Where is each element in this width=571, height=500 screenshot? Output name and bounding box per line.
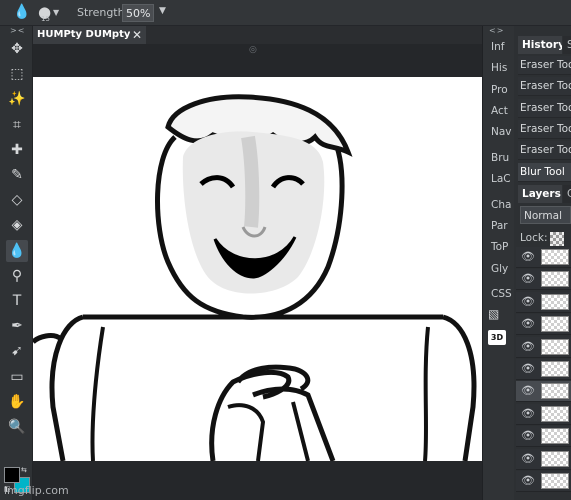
brush-size-value: 15	[41, 15, 50, 23]
shape-tool-icon[interactable]: ▭	[6, 366, 28, 388]
document-tab-bar: HUMPty DUMpty ✕	[33, 26, 482, 44]
panel-button-top[interactable]: ToP	[486, 238, 514, 256]
history-item[interactable]: Eraser Tool	[518, 141, 571, 161]
layer-row[interactable]: 👁	[516, 426, 571, 448]
layer-thumbnail	[541, 293, 569, 310]
eye-icon[interactable]: 👁	[521, 385, 535, 397]
marquee-tool-icon[interactable]: ⬚	[6, 63, 28, 85]
healing-tool-icon[interactable]: ✚	[6, 139, 28, 161]
target-icon: ◎	[249, 45, 257, 55]
layer-thumbnail	[541, 271, 569, 288]
layer-thumbnail	[541, 338, 569, 355]
tab-channels[interactable]: C	[563, 185, 571, 203]
history-item[interactable]: Eraser Tool	[518, 56, 571, 75]
blend-mode-select[interactable]: Normal	[520, 206, 571, 224]
layer-row[interactable]: 👁	[516, 471, 571, 492]
layer-thumbnail	[541, 249, 569, 265]
layer-row[interactable]: 👁	[516, 247, 571, 268]
layer-thumbnail	[541, 316, 569, 333]
panel-button-inf[interactable]: Inf	[486, 38, 514, 56]
swap-colors-icon[interactable]: ⇆	[21, 466, 27, 474]
panel-button-cha[interactable]: Cha	[486, 196, 514, 214]
history-item[interactable]: Blur Tool	[518, 162, 571, 182]
droplet-icon[interactable]: 💧	[13, 4, 30, 20]
foreground-color-swatch[interactable]	[4, 467, 20, 483]
3d-button[interactable]: 3D	[488, 330, 506, 345]
chevron-down-icon[interactable]: ▼	[159, 6, 166, 16]
panel-shortcuts: <> Inf His Pro Act Nav Bru LaC Cha Par ToP Gly CSS …	[482, 26, 514, 500]
layer-thumbnail	[541, 405, 569, 422]
tab-swatches[interactable]: S	[563, 36, 571, 54]
brush-tool-icon[interactable]: ✎	[6, 164, 28, 186]
dodge-tool-icon[interactable]: ⚲	[6, 265, 28, 287]
tab-layers[interactable]: Layers	[518, 185, 562, 203]
artwork	[33, 94, 477, 461]
layer-thumbnail	[541, 361, 569, 377]
eye-icon[interactable]: 👁	[521, 452, 535, 465]
layer-thumbnail	[541, 383, 569, 400]
eye-icon[interactable]: 👁	[521, 251, 535, 263]
lock-transparency-icon[interactable]	[550, 232, 564, 246]
right-panels: History S Eraser ToolEraser ToolEraser T…	[514, 26, 571, 500]
panel-button-par[interactable]: Par	[486, 217, 514, 235]
layer-row[interactable]: 👁	[516, 448, 571, 470]
hand-tool-icon[interactable]: ✋	[6, 391, 28, 413]
eraser-tool-icon[interactable]: ◇	[6, 189, 28, 211]
eye-icon[interactable]: 👁	[521, 273, 535, 285]
panel-button-pro[interactable]: Pro	[486, 81, 514, 99]
panel-button-his[interactable]: His	[486, 59, 514, 77]
options-bar: 💧 ● 15 ▼ Strength: 50% ▼	[0, 0, 571, 26]
layer-row[interactable]: 👁	[516, 336, 571, 358]
eye-icon[interactable]: 👁	[521, 407, 535, 420]
move-tool-icon[interactable]: ✥	[6, 38, 28, 60]
collapse-panels-icon[interactable]: <>	[489, 26, 504, 35]
image-icon[interactable]: ▧	[488, 307, 504, 321]
layer-thumbnail	[541, 428, 569, 445]
strength-label: Strength:	[77, 6, 129, 19]
panel-button-lac[interactable]: LaC	[486, 170, 514, 188]
text-tool-icon[interactable]: T	[6, 290, 28, 312]
layer-row[interactable]: 👁	[516, 381, 571, 403]
paint-bucket-tool-icon[interactable]: ◈	[6, 214, 28, 236]
lock-label: Lock:	[520, 232, 548, 244]
layer-thumbnail	[541, 450, 569, 467]
canvas-viewport[interactable]: ◎	[33, 44, 482, 500]
canvas[interactable]	[33, 77, 482, 461]
direct-select-tool-icon[interactable]: ➹	[6, 340, 28, 362]
eye-icon[interactable]: 👁	[521, 430, 535, 442]
panel-button-css[interactable]: CSS	[486, 285, 514, 303]
panel-button-act[interactable]: Act	[486, 102, 514, 120]
tool-bar: >< ✥ ⬚ ✨ ⌗ ✚ ✎ ◇ ◈ 💧 ⚲ T ✒ ➹ ▭ ✋ 🔍 ⇆ ◧	[0, 26, 33, 500]
layer-thumbnail	[541, 473, 569, 489]
zoom-tool-icon[interactable]: 🔍	[6, 416, 28, 438]
eye-icon[interactable]: 👁	[521, 318, 535, 330]
panel-button-gly[interactable]: Gly	[486, 260, 514, 278]
history-item[interactable]: Eraser Tool	[518, 119, 571, 139]
layer-row[interactable]: 👁	[516, 291, 571, 313]
eye-icon[interactable]: 👁	[521, 295, 535, 308]
layer-row[interactable]: 👁	[516, 403, 571, 425]
eye-icon[interactable]: 👁	[521, 363, 535, 375]
pen-tool-icon[interactable]: ✒	[6, 315, 28, 337]
chevron-down-icon[interactable]: ▼	[53, 8, 59, 17]
crop-tool-icon[interactable]: ⌗	[6, 114, 28, 136]
blur-tool-icon[interactable]: 💧	[6, 239, 28, 262]
layer-row[interactable]: 👁	[516, 359, 571, 380]
eye-icon[interactable]: 👁	[521, 475, 535, 487]
panel-button-bru[interactable]: Bru	[486, 149, 514, 167]
magic-wand-tool-icon[interactable]: ✨	[6, 88, 28, 110]
panel-button-nav[interactable]: Nav	[486, 123, 514, 141]
collapse-toolbar-icon[interactable]: ><	[10, 26, 25, 35]
watermark: imgflip.com	[4, 484, 69, 497]
eye-icon[interactable]: 👁	[521, 340, 535, 353]
layer-row[interactable]: 👁	[516, 269, 571, 291]
history-item[interactable]: Eraser Tool	[518, 77, 571, 97]
history-item[interactable]: Eraser Tool	[518, 98, 571, 118]
layer-row[interactable]: 👁	[516, 314, 571, 336]
close-icon[interactable]: ✕	[130, 26, 144, 44]
strength-input[interactable]: 50%	[122, 4, 154, 22]
tab-history[interactable]: History	[518, 36, 562, 54]
